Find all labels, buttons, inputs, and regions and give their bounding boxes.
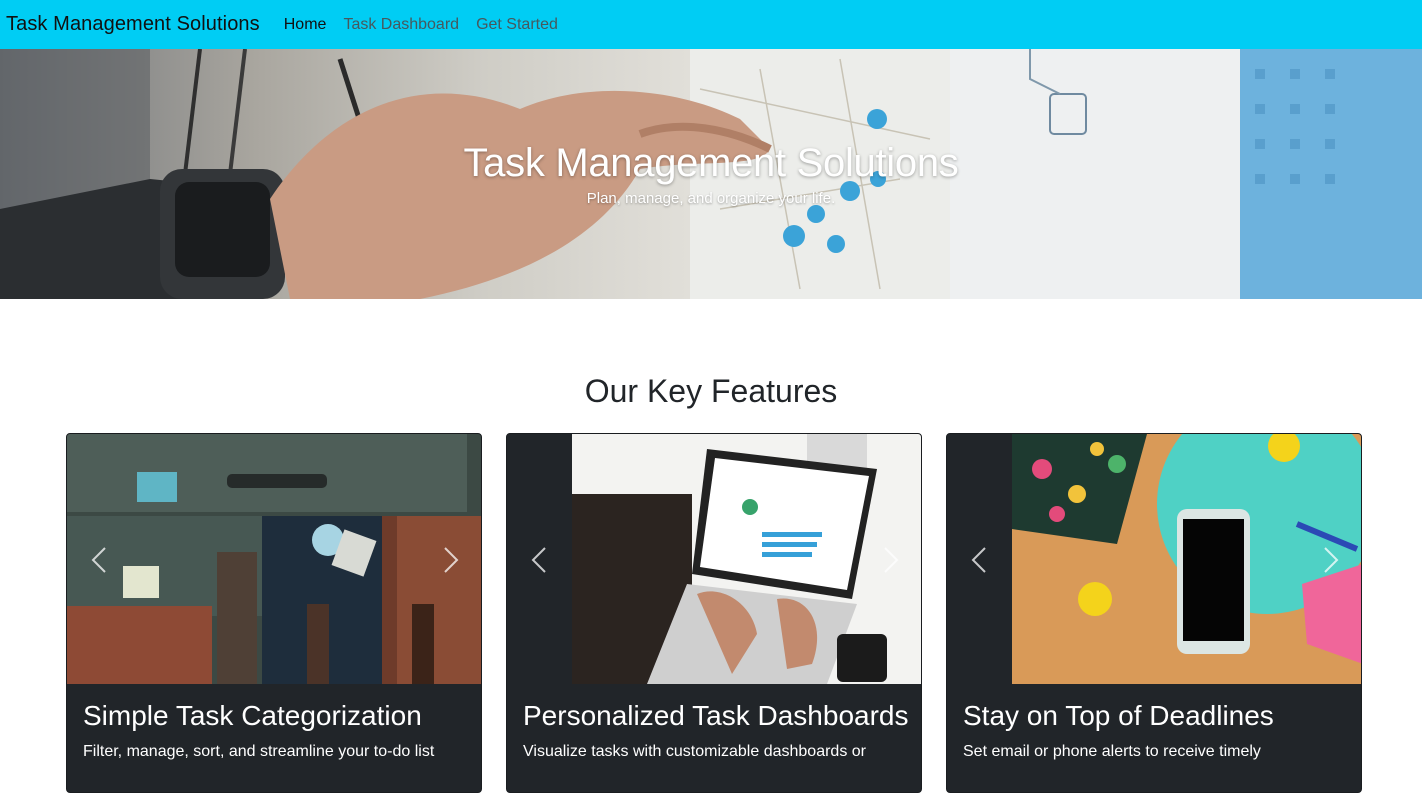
card-carousel <box>67 434 481 684</box>
nav-home[interactable]: Home <box>284 16 327 34</box>
chevron-left-icon[interactable] <box>965 544 995 576</box>
nav-get-started[interactable]: Get Started <box>476 16 558 34</box>
hero-banner: Task Management Solutions Plan, manage, … <box>0 49 1422 299</box>
card-text: Set email or phone alerts to receive tim… <box>963 743 1261 760</box>
card-title: Stay on Top of Deadlines <box>963 700 1274 731</box>
feature-card-deadlines: Stay on Top of Deadlines Set email or ph… <box>946 433 1362 793</box>
features-heading: Our Key Features <box>584 373 838 409</box>
chevron-right-icon[interactable] <box>875 544 905 576</box>
suitcases-photo <box>67 434 481 684</box>
hero-title: Task Management Solutions <box>463 141 959 185</box>
card-title: Personalized Task Dashboards <box>523 700 909 731</box>
card-text: Filter, manage, sort, and streamline you… <box>83 743 435 760</box>
card-carousel <box>947 434 1361 684</box>
card-text: Visualize tasks with customizable dashbo… <box>523 743 866 760</box>
feature-card-categorization: Simple Task Categorization Filter, manag… <box>66 433 482 793</box>
chevron-left-icon[interactable] <box>525 544 555 576</box>
card-carousel <box>507 434 921 684</box>
chevron-right-icon[interactable] <box>435 544 465 576</box>
nav-task-dashboard[interactable]: Task Dashboard <box>343 16 459 34</box>
brand-link[interactable]: Task Management Solutions <box>6 13 260 36</box>
navbar: Task Management Solutions Home Task Dash… <box>0 0 1422 49</box>
laptop-dashboard-photo <box>507 434 921 684</box>
chevron-left-icon[interactable] <box>85 544 115 576</box>
card-title: Simple Task Categorization <box>83 700 422 731</box>
phone-desk-photo <box>947 434 1361 684</box>
hero-subtitle: Plan, manage, and organize your life. <box>586 190 836 207</box>
feature-card-dashboards: Personalized Task Dashboards Visualize t… <box>506 433 922 793</box>
chevron-right-icon[interactable] <box>1315 544 1345 576</box>
